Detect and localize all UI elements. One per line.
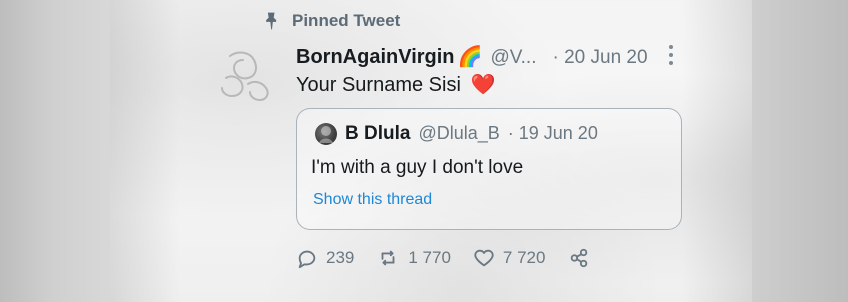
quoted-tweet-card[interactable]: B Dlula @Dlula_B · 19 Jun 20 I'm with a … (296, 108, 682, 230)
quoted-display-name[interactable]: B Dlula (345, 123, 410, 145)
pin-icon (262, 11, 282, 31)
retweet-action[interactable]: 1 770 (376, 247, 451, 269)
tweet-text-body: Your Surname Sisi (296, 74, 461, 96)
reply-icon (296, 247, 318, 269)
retweet-count: 1 770 (408, 248, 451, 267)
quoted-timestamp[interactable]: · 19 Jun 20 (508, 123, 598, 144)
tweet-header: BornAgainVirgin 🌈 @V... · 20 Jun 20 (296, 44, 688, 70)
reply-count: 239 (326, 248, 355, 267)
quoted-tweet-text: I'm with a guy I don't love (311, 157, 524, 178)
more-dot (669, 61, 673, 65)
like-icon (473, 247, 495, 269)
pinned-label: Pinned Tweet (292, 11, 401, 30)
quoted-handle[interactable]: @Dlula_B (418, 123, 499, 144)
quoted-avatar[interactable] (315, 123, 337, 145)
show-thread-link[interactable]: Show this thread (313, 191, 432, 209)
more-dot (669, 53, 673, 57)
handle[interactable]: @V... (490, 47, 536, 69)
rainbow-icon: 🌈 (457, 46, 483, 68)
heart-icon: ❤️ (470, 74, 496, 96)
display-name[interactable]: BornAgainVirgin (296, 46, 455, 69)
pinned-tweet-label: Pinned Tweet (262, 10, 400, 32)
retweet-icon (376, 247, 400, 269)
like-action[interactable]: 7 720 (473, 247, 546, 269)
quoted-tweet-header: B Dlula @Dlula_B · 19 Jun 20 (345, 123, 598, 145)
like-count: 7 720 (502, 248, 546, 267)
more-icon[interactable] (663, 42, 679, 68)
reply-action[interactable]: 239 (296, 247, 354, 269)
share-icon (567, 247, 591, 269)
timestamp[interactable]: · 20 Jun 20 (553, 47, 648, 69)
tweet-actions: 239 1 770 7 720 (296, 244, 666, 272)
tweet-text: Your Surname Sisi ❤️ (296, 72, 495, 97)
share-action[interactable] (567, 247, 591, 269)
avatar[interactable] (210, 38, 280, 108)
more-dot (669, 45, 673, 49)
